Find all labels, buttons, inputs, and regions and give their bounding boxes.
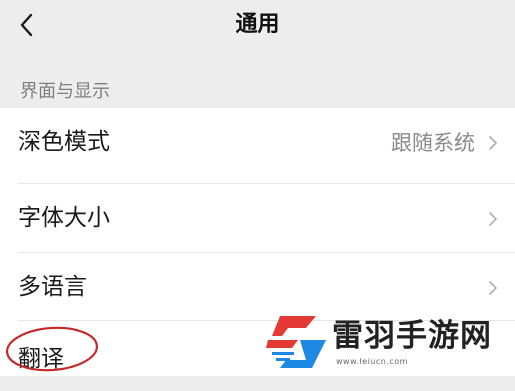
page-title: 通用 — [235, 12, 280, 37]
chevron-right-icon — [489, 136, 497, 150]
red-circle-annotation — [5, 326, 99, 372]
top-bar: 通用 — [0, 0, 515, 52]
watermark-logo-icon — [266, 316, 326, 368]
font-size-label: 字体大小 — [18, 205, 110, 231]
font-size-row[interactable]: 字体大小 — [0, 184, 515, 254]
dark-mode-value: 跟随系统 — [391, 131, 475, 155]
chevron-right-icon — [489, 281, 497, 295]
chevron-right-icon — [489, 212, 497, 226]
dark-mode-label: 深色模式 — [18, 129, 110, 155]
watermark-name: 雷羽手游网 — [332, 318, 492, 354]
section-header: 界面与显示 — [0, 68, 515, 108]
watermark: 雷羽手游网 www.leiucn.com — [266, 312, 512, 374]
dark-mode-row[interactable]: 深色模式 跟随系统 — [0, 108, 515, 178]
language-label: 多语言 — [18, 274, 87, 300]
watermark-url: www.leiucn.com — [336, 357, 408, 366]
section-title: 界面与显示 — [20, 81, 110, 102]
